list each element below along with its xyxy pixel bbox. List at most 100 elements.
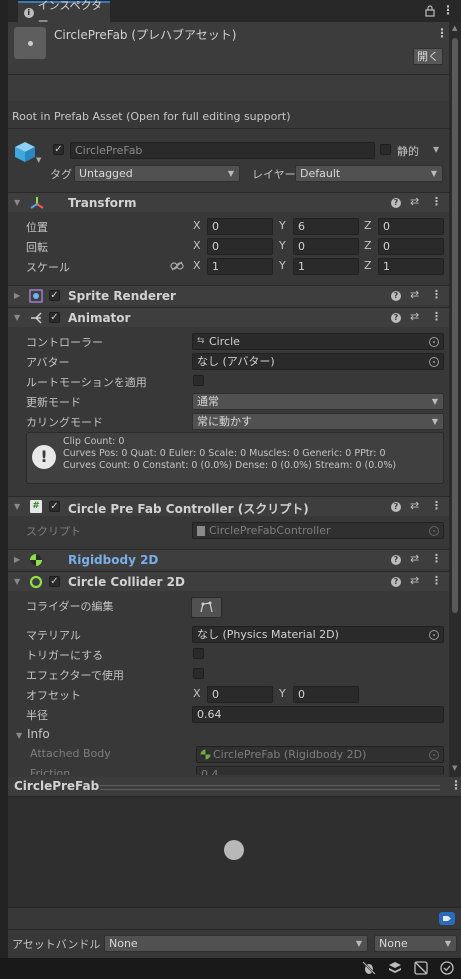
scale-z-field[interactable]: 1 [378, 258, 444, 275]
help-icon[interactable]: ? [391, 313, 401, 323]
scrollbar-thumb[interactable] [452, 38, 458, 613]
tag-dropdown[interactable]: Untagged ▼ [74, 165, 240, 182]
component-menu-icon[interactable]: ⋮ [431, 288, 442, 301]
preset-icon[interactable]: ⇄ [410, 499, 419, 512]
culling-mode-dropdown[interactable]: 常に動かす ▼ [192, 413, 444, 430]
component-menu-icon[interactable]: ⋮ [431, 552, 442, 565]
static-checkbox[interactable] [380, 144, 391, 155]
position-x-field[interactable]: 0 [207, 218, 273, 235]
script-enabled-checkbox[interactable]: ✓ [49, 501, 60, 512]
script-icon: # [30, 500, 42, 513]
layer-dropdown[interactable]: Default ▼ [295, 165, 443, 182]
preset-icon[interactable]: ⇄ [410, 288, 419, 301]
asset-menu-icon[interactable]: ⋮ [436, 26, 448, 40]
rotation-x-field[interactable]: 0 [207, 238, 273, 255]
preview-header[interactable]: CirclePreFab ⋮ [8, 777, 461, 797]
foldout-icon[interactable]: ▶ [14, 555, 20, 564]
static-dropdown-icon[interactable]: ▼ [433, 145, 439, 154]
controller-field[interactable]: ⇆ Circle [192, 333, 444, 350]
link-icon[interactable] [170, 261, 184, 271]
status-check-icon[interactable] [440, 961, 454, 975]
transform-icon [30, 197, 44, 209]
script-component-title: Circle Pre Fab Controller (スクリプト) [68, 502, 309, 516]
foldout-icon[interactable]: ▼ [14, 313, 20, 322]
preview-drag-handle[interactable] [100, 785, 440, 790]
help-icon[interactable]: ? [391, 577, 401, 587]
scale-x-field[interactable]: 1 [207, 258, 273, 275]
script-field: CirclePreFabController [192, 522, 444, 539]
radius-field[interactable]: 0.64 [192, 706, 444, 723]
animator-enabled-checkbox[interactable]: ✓ [49, 312, 60, 323]
gameobject-name-field[interactable]: CirclePreFab [70, 142, 375, 159]
info-line: Curves Count: 0 Constant: 0 (0.0%) Dense… [63, 460, 397, 471]
debug-icon[interactable] [362, 961, 376, 975]
circle-collider-header[interactable]: ▼ ✓ Circle Collider 2D ? ⇄ ⋮ [8, 571, 449, 591]
rotation-z-field[interactable]: 0 [378, 238, 444, 255]
asset-bundle-dropdown[interactable]: None ▼ [104, 935, 368, 952]
foldout-icon[interactable]: ▼ [14, 198, 20, 207]
script-component-header[interactable]: ▼ # ✓ Circle Pre Fab Controller (スクリプト) … [8, 496, 449, 516]
position-y-field[interactable]: 6 [293, 218, 359, 235]
info-foldout-label[interactable]: Info [27, 727, 50, 741]
rigidbody-icon [30, 554, 42, 566]
foldout-icon[interactable]: ▶ [14, 291, 20, 300]
edit-shape-icon [200, 601, 213, 613]
position-label: 位置 [26, 221, 48, 234]
object-picker-icon[interactable] [429, 630, 439, 640]
root-motion-checkbox[interactable] [193, 375, 204, 386]
bake-icon[interactable] [414, 961, 428, 975]
component-menu-icon[interactable]: ⋮ [431, 499, 442, 512]
tab-inspector[interactable]: i インスペクター [18, 0, 110, 28]
foldout-icon[interactable]: ▼ [14, 502, 20, 511]
sprite-renderer-enabled-checkbox[interactable]: ✓ [49, 290, 60, 301]
layers-icon[interactable] [388, 961, 402, 975]
collider-enabled-checkbox[interactable]: ✓ [49, 576, 60, 587]
object-picker-icon[interactable] [429, 337, 439, 347]
scale-y-field[interactable]: 1 [293, 258, 359, 275]
lock-icon[interactable] [425, 5, 435, 17]
component-menu-icon[interactable]: ⋮ [431, 574, 442, 587]
preview-menu-icon[interactable]: ⋮ [450, 778, 461, 792]
help-icon[interactable]: ? [391, 291, 401, 301]
asset-label-icon[interactable] [439, 912, 455, 925]
axis-y-label: Y [279, 239, 286, 252]
object-picker-icon[interactable] [429, 357, 439, 367]
preset-icon[interactable]: ⇄ [410, 310, 419, 323]
help-icon[interactable]: ? [391, 198, 401, 208]
material-field[interactable]: なし (Physics Material 2D) [192, 626, 444, 643]
component-menu-icon[interactable]: ⋮ [431, 195, 442, 208]
scroll-down-icon[interactable]: ▼ [452, 764, 457, 772]
preset-icon[interactable]: ⇄ [410, 195, 419, 208]
animator-header[interactable]: ▼ ✓ Animator ? ⇄ ⋮ [8, 307, 449, 327]
is-trigger-checkbox[interactable] [193, 648, 204, 659]
info-foldout-icon[interactable]: ▼ [16, 731, 22, 740]
component-menu-icon[interactable]: ⋮ [431, 310, 442, 323]
avatar-field[interactable]: なし (アバター) [192, 353, 444, 370]
chevron-down-icon: ▼ [227, 169, 234, 178]
asset-bundle-variant-dropdown[interactable]: None ▼ [374, 935, 457, 952]
help-icon[interactable]: ? [391, 555, 401, 565]
transform-header[interactable]: ▼ Transform ? ⇄ ⋮ [8, 192, 449, 212]
preset-icon[interactable]: ⇄ [410, 552, 419, 565]
active-checkbox[interactable]: ✓ [53, 144, 64, 155]
position-z-field[interactable]: 0 [378, 218, 444, 235]
icon-dropdown-icon[interactable]: ▼ [36, 156, 41, 164]
preview-area: CirclePreFab ⋮ [8, 777, 461, 930]
tab-menu-icon[interactable]: ⋮ [442, 3, 454, 17]
rotation-y-field[interactable]: 0 [293, 238, 359, 255]
update-mode-dropdown[interactable]: 通常 ▼ [192, 393, 444, 410]
collider-title: Circle Collider 2D [68, 575, 185, 589]
help-icon[interactable]: ? [391, 502, 401, 512]
material-label: マテリアル [26, 629, 81, 642]
preset-icon[interactable]: ⇄ [410, 574, 419, 587]
offset-y-field[interactable]: 0 [293, 686, 359, 703]
edit-collider-button[interactable] [191, 597, 222, 618]
scroll-up-icon[interactable]: ▲ [452, 24, 457, 32]
foldout-icon[interactable]: ▼ [14, 577, 20, 586]
divider [8, 128, 449, 129]
open-button[interactable]: 開く [413, 48, 443, 65]
offset-x-field[interactable]: 0 [207, 686, 273, 703]
rigidbody-header[interactable]: ▶ Rigidbody 2D ? ⇄ ⋮ [8, 549, 449, 569]
used-by-effector-checkbox[interactable] [193, 668, 204, 679]
sprite-renderer-header[interactable]: ▶ ✓ Sprite Renderer ? ⇄ ⋮ [8, 285, 449, 305]
